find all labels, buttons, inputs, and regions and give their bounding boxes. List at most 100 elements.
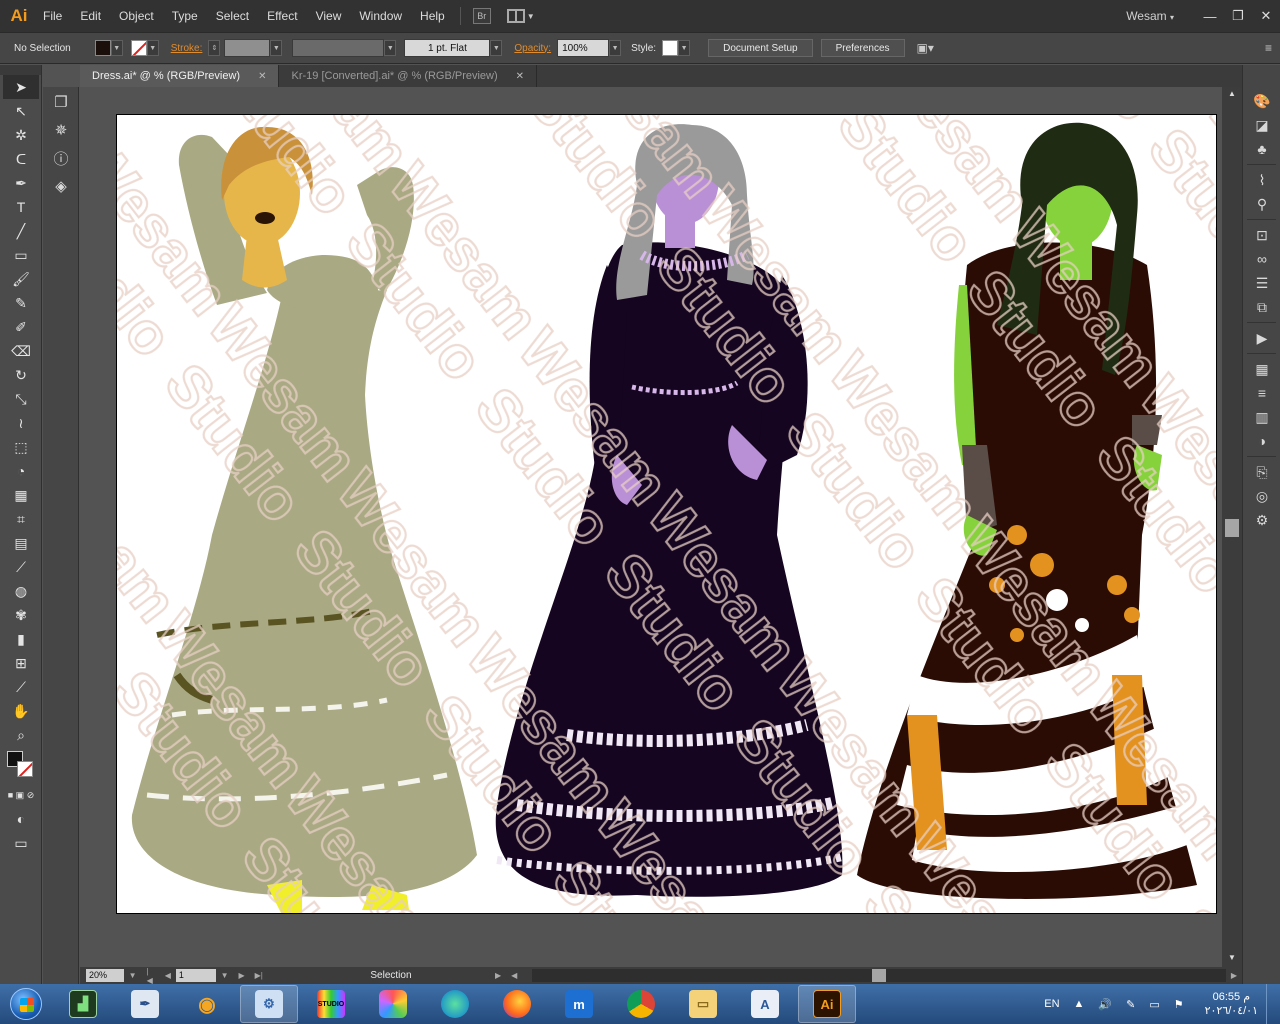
close-icon[interactable]: ✕ <box>258 71 266 82</box>
color-mode-icons[interactable]: ■ ▣ ⊘ <box>3 783 39 807</box>
fill-swatch[interactable] <box>94 40 111 56</box>
brush-definition-field[interactable]: 1 pt. Flat <box>404 39 491 57</box>
scroll-down-icon[interactable]: ▼ <box>1226 953 1238 963</box>
actions-panel-icon[interactable]: ▶ <box>1246 326 1278 350</box>
panel-menu-icon[interactable]: ≡ <box>1265 41 1272 55</box>
taskbar-illustrator[interactable]: Ai <box>798 985 856 1023</box>
fill-stroke-control[interactable] <box>3 747 39 783</box>
tab-dress[interactable]: Dress.ai* @ % (RGB/Preview) ✕ <box>80 65 280 87</box>
variable-width-dropdown[interactable]: ▼ <box>384 40 397 56</box>
color-panel-icon[interactable]: 🎨 <box>1246 89 1278 113</box>
action-center-icon[interactable]: ⚑ <box>1174 998 1184 1011</box>
swatches-panel-icon[interactable]: ♣ <box>1246 137 1278 161</box>
volume-icon[interactable]: 🔊 <box>1098 998 1112 1011</box>
free-transform-tool-icon[interactable]: ⬚ <box>3 435 39 459</box>
close-icon[interactable]: ✕ <box>516 71 524 82</box>
links-panel-icon[interactable]: ∞ <box>1246 247 1278 271</box>
menu-file[interactable]: File <box>34 0 71 32</box>
arrange-icon[interactable]: ▣▾ <box>917 41 934 55</box>
magic-wand-tool-icon[interactable]: ✲ <box>3 123 39 147</box>
appearance-panel-icon[interactable]: ⚙ <box>1246 508 1278 532</box>
mesh-tool-icon[interactable]: ⌗ <box>3 507 39 531</box>
menu-type[interactable]: Type <box>163 0 207 32</box>
pen-tool-icon[interactable]: ✒ <box>3 171 39 195</box>
graphic-styles-icon[interactable]: ◎ <box>1246 484 1278 508</box>
menu-select[interactable]: Select <box>207 0 258 32</box>
shape-builder-tool-icon[interactable]: ◔ <box>3 459 39 483</box>
slice-tool-icon[interactable]: ⟋ <box>3 675 39 699</box>
stroke-none-swatch[interactable] <box>130 40 147 56</box>
menu-view[interactable]: View <box>307 0 351 32</box>
type-tool-icon[interactable]: T <box>3 195 39 219</box>
close-button[interactable]: ✕ <box>1252 6 1280 26</box>
opacity-field[interactable]: 100% <box>557 39 610 57</box>
eraser-tool-icon[interactable]: ⌫ <box>3 339 39 363</box>
zoom-tool-icon[interactable]: ⌕ <box>3 723 39 747</box>
zoom-dropdown-icon[interactable]: ▼ <box>129 971 137 980</box>
workspace-user[interactable]: Wesam ▾ <box>1126 9 1174 23</box>
stroke-weight-dropdown[interactable]: ▼ <box>270 40 283 56</box>
opacity-label[interactable]: Opacity: <box>514 43 551 54</box>
menu-effect[interactable]: Effect <box>258 0 306 32</box>
tab-kr19[interactable]: Kr-19 [Converted].ai* @ % (RGB/Preview) … <box>279 65 538 87</box>
taskbar-chrome[interactable] <box>612 985 670 1023</box>
stroke-weight-field[interactable] <box>224 39 271 57</box>
blob-brush-tool-icon[interactable]: ✐ <box>3 315 39 339</box>
layers-panel-icon[interactable]: ◈ <box>46 173 76 199</box>
bridge-button[interactable]: Br <box>472 8 491 24</box>
perspective-grid-tool-icon[interactable]: ▦ <box>3 483 39 507</box>
artboard-tool-icon[interactable]: ⊞ <box>3 651 39 675</box>
graphic-style-swatch[interactable] <box>662 40 679 56</box>
fill-dropdown[interactable]: ▼ <box>110 40 123 56</box>
show-desktop-button[interactable] <box>1266 984 1280 1024</box>
color-guide-icon[interactable]: ◪ <box>1246 113 1278 137</box>
pencil-tool-icon[interactable]: ✎ <box>3 291 39 315</box>
network-icon[interactable]: ▭ <box>1149 998 1159 1011</box>
warp-tool-icon[interactable]: ≀ <box>3 411 39 435</box>
appearance-panel-icon[interactable]: ✵ <box>46 117 76 143</box>
variable-width-field[interactable] <box>292 39 385 57</box>
arrange-documents-button[interactable]: ▼ <box>506 9 535 23</box>
menu-window[interactable]: Window <box>350 0 411 32</box>
asset-export-icon[interactable]: ⎘ <box>1246 460 1278 484</box>
previous-artboard-icon[interactable]: ◀ <box>165 971 171 980</box>
symbols-panel-icon[interactable]: ⚲ <box>1246 192 1278 216</box>
taskbar-task-manager[interactable]: ▟ <box>54 985 112 1023</box>
pen-tray-icon[interactable]: ✎ <box>1126 998 1135 1011</box>
stroke-label[interactable]: Stroke: <box>171 43 203 54</box>
start-button[interactable] <box>0 984 52 1024</box>
direct-selection-tool-icon[interactable]: ↖ <box>3 99 39 123</box>
lasso-tool-icon[interactable]: ᑕ <box>3 147 39 171</box>
taskbar-maxthon[interactable]: m <box>550 985 608 1023</box>
first-artboard-icon[interactable]: |◀ <box>147 967 155 985</box>
opacity-dropdown[interactable]: ▼ <box>609 40 622 56</box>
next-artboard-icon[interactable]: ▶ <box>238 971 244 980</box>
vertical-scrollbar[interactable]: ▲ ▼ <box>1222 87 1242 967</box>
selection-tool-icon[interactable]: ➤ <box>3 75 39 99</box>
eyedropper-tool-icon[interactable]: ⟋ <box>3 555 39 579</box>
line-tool-icon[interactable]: ╱ <box>3 219 39 243</box>
document-setup-button[interactable]: Document Setup <box>708 39 813 57</box>
taskbar-pen-app[interactable]: ✒ <box>116 985 174 1023</box>
preferences-button[interactable]: Preferences <box>820 39 905 57</box>
taskbar-eye-app[interactable]: ◉ <box>178 985 236 1023</box>
taskbar-file-explorer[interactable]: ▭ <box>674 985 732 1023</box>
transform-panel-icon[interactable]: ⊡ <box>1246 223 1278 247</box>
taskbar-studio-app[interactable]: STUDIO <box>302 985 360 1023</box>
menu-object[interactable]: Object <box>110 0 163 32</box>
language-indicator[interactable]: EN <box>1044 998 1059 1010</box>
taskbar-control-panel[interactable]: ⚙ <box>240 985 298 1023</box>
scroll-left-icon[interactable]: ◀ <box>511 971 517 980</box>
tools-panel-header[interactable] <box>0 65 41 75</box>
symbol-sprayer-tool-icon[interactable]: ✾ <box>3 603 39 627</box>
hand-tool-icon[interactable]: ✋ <box>3 699 39 723</box>
taskbar-document-viewer[interactable]: A <box>736 985 794 1023</box>
artboards-panel-icon[interactable]: ▦ <box>1246 357 1278 381</box>
stroke-panel-icon[interactable]: ≡ <box>1246 381 1278 405</box>
taskbar-edge[interactable] <box>426 985 484 1023</box>
scroll-up-icon[interactable]: ▲ <box>1226 89 1238 99</box>
stroke-weight-stepper[interactable]: ⇕ <box>208 40 221 56</box>
brushes-panel-icon[interactable]: ⌇ <box>1246 168 1278 192</box>
graphic-style-dropdown[interactable]: ▼ <box>678 40 691 56</box>
menu-help[interactable]: Help <box>411 0 454 32</box>
